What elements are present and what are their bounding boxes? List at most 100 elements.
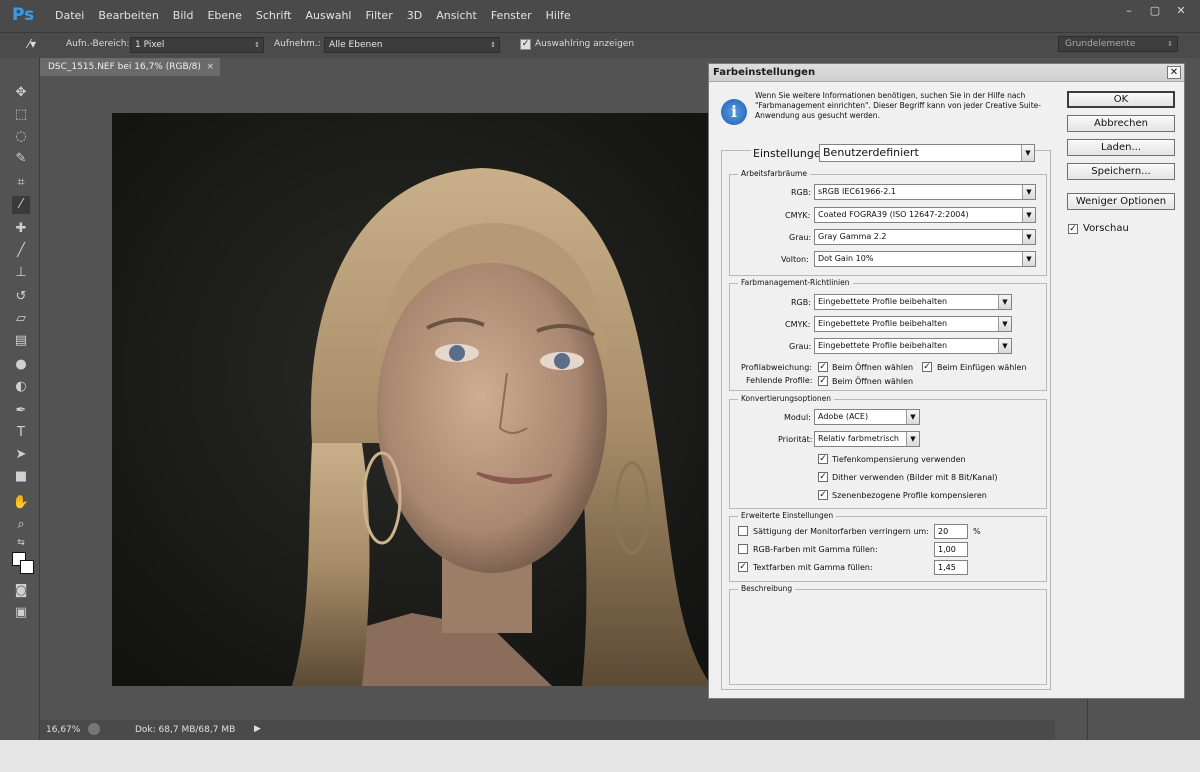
color-settings-dialog: Farbeinstellungen ✕ i Wenn Sie weitere I… [708, 63, 1185, 699]
play-arrow-icon[interactable]: ▶ [254, 724, 261, 734]
text-gamma-checkbox[interactable]: ✓ [738, 562, 748, 572]
engine-value: Adobe (ACE) [818, 412, 869, 421]
sample-layers-select[interactable]: Alle Ebenen ⇕ [324, 37, 500, 53]
marquee-tool-icon[interactable]: ⬚ [12, 106, 30, 124]
clone-stamp-tool-icon[interactable]: ⊥ [12, 264, 30, 282]
status-info-icon[interactable] [88, 723, 100, 735]
ws-gray-select[interactable]: Gray Gamma 2.2 ▼ [814, 229, 1036, 245]
menu-fenster[interactable]: Fenster [484, 9, 539, 22]
workspace-select[interactable]: Grundelemente ⇕ [1058, 36, 1178, 52]
policy-cmyk-select[interactable]: Eingebettete Profile beibehalten ▼ [814, 316, 1012, 332]
window-controls: – ▢ ✕ [1118, 3, 1192, 19]
menu-ebene[interactable]: Ebene [200, 9, 248, 22]
quick-mask-icon[interactable]: ◙ [12, 582, 30, 600]
sample-size-select[interactable]: 1 Pixel ⇕ [130, 37, 264, 53]
chevron-down-icon: ▼ [906, 432, 919, 446]
path-selection-tool-icon[interactable]: ➤ [12, 446, 30, 464]
screen-mode-icon[interactable]: ▣ [12, 604, 30, 622]
ok-button[interactable]: OK [1067, 91, 1175, 108]
cancel-button[interactable]: Abbrechen [1067, 115, 1175, 132]
document-tab-title: DSC_1515.NEF bei 16,7% (RGB/8) [48, 62, 201, 72]
eyedropper-tool-icon[interactable]: ⁄ [12, 196, 30, 214]
shape-tool-icon[interactable]: ■ [12, 468, 30, 486]
menu-bearbeiten[interactable]: Bearbeiten [91, 9, 165, 22]
swap-colors-icon[interactable]: ⇆ [12, 534, 30, 552]
minimize-button[interactable]: – [1118, 3, 1140, 19]
document-size: Dok: 68,7 MB/68,7 MB [135, 725, 236, 735]
eraser-tool-icon[interactable]: ▱ [12, 310, 30, 328]
lasso-tool-icon[interactable]: ◌ [12, 128, 30, 146]
eyedropper-tool-icon[interactable]: ⁄▾ [28, 37, 36, 51]
healing-brush-tool-icon[interactable]: ✚ [12, 220, 30, 238]
rgb-gamma-input[interactable]: 1,00 [934, 542, 968, 557]
ws-rgb-select[interactable]: sRGB IEC61966-2.1 ▼ [814, 184, 1036, 200]
settings-select[interactable]: Benutzerdefiniert ▼ [819, 144, 1035, 162]
chevron-down-icon: ▼ [1022, 252, 1035, 266]
pen-tool-icon[interactable]: ✒ [12, 402, 30, 420]
close-icon[interactable]: × [206, 58, 214, 76]
sample-size-value: 1 Pixel [135, 40, 165, 50]
text-gamma-input[interactable]: 1,45 [934, 560, 968, 575]
text-gamma-label: Textfarben mit Gamma füllen: [753, 563, 873, 572]
quick-selection-tool-icon[interactable]: ✎ [12, 150, 30, 168]
menu-ansicht[interactable]: Ansicht [429, 9, 484, 22]
ws-spot-select[interactable]: Dot Gain 10% ▼ [814, 251, 1036, 267]
conversion-title: Konvertierungsoptionen [738, 394, 835, 403]
ws-rgb-label: RGB: [791, 188, 811, 197]
preview-checkbox[interactable]: ✓ [1068, 224, 1078, 234]
menu-filter[interactable]: Filter [358, 9, 399, 22]
policy-cmyk-label: CMYK: [785, 320, 811, 329]
policy-cmyk-value: Eingebettete Profile beibehalten [818, 319, 948, 328]
save-button[interactable]: Speichern... [1067, 163, 1175, 180]
intent-select[interactable]: Relativ farbmetrisch ▼ [814, 431, 920, 447]
load-button[interactable]: Laden... [1067, 139, 1175, 156]
rgb-gamma-checkbox[interactable] [738, 544, 748, 554]
ws-rgb-value: sRGB IEC61966-2.1 [818, 187, 897, 196]
dither-checkbox[interactable]: ✓ [818, 472, 828, 482]
desaturate-checkbox[interactable] [738, 526, 748, 536]
background-color-swatch[interactable] [20, 560, 34, 574]
desaturate-label: Sättigung der Monitorfarben verringern u… [753, 527, 929, 536]
zoom-tool-icon[interactable]: ⌕ [12, 516, 30, 534]
scene-referred-checkbox[interactable]: ✓ [818, 490, 828, 500]
show-sampling-ring-checkbox[interactable]: ✓ [520, 39, 531, 50]
menu-hilfe[interactable]: Hilfe [539, 9, 578, 22]
zoom-level[interactable]: 16,67% [46, 725, 80, 735]
close-icon[interactable]: ✕ [1167, 66, 1181, 79]
fewer-options-button[interactable]: Weniger Optionen [1067, 193, 1175, 210]
ws-cmyk-select[interactable]: Coated FOGRA39 (ISO 12647-2:2004) ▼ [814, 207, 1036, 223]
chevron-down-icon: ▼ [906, 410, 919, 424]
policy-gray-value: Eingebettete Profile beibehalten [818, 341, 948, 350]
maximize-button[interactable]: ▢ [1144, 3, 1166, 19]
mismatch-open-checkbox[interactable]: ✓ [818, 362, 828, 372]
crop-tool-icon[interactable]: ⌗ [12, 174, 30, 192]
type-tool-icon[interactable]: T [12, 424, 30, 442]
menu-auswahl[interactable]: Auswahl [298, 9, 358, 22]
black-point-compensation-checkbox[interactable]: ✓ [818, 454, 828, 464]
hand-tool-icon[interactable]: ✋ [12, 494, 30, 512]
policy-rgb-value: Eingebettete Profile beibehalten [818, 297, 948, 306]
black-point-compensation-label: Tiefenkompensierung verwenden [832, 455, 966, 464]
menu-datei[interactable]: Datei [48, 9, 91, 22]
document-tab[interactable]: DSC_1515.NEF bei 16,7% (RGB/8) × [40, 58, 220, 76]
portrait-image [112, 113, 710, 686]
menu-3d[interactable]: 3D [400, 9, 429, 22]
close-button[interactable]: ✕ [1170, 3, 1192, 19]
blur-tool-icon[interactable]: ● [12, 356, 30, 374]
dodge-tool-icon[interactable]: ◐ [12, 378, 30, 396]
move-tool-icon[interactable]: ✥ [12, 84, 30, 102]
chevron-down-icon: ▼ [1022, 208, 1035, 222]
desaturate-input[interactable]: 20 [934, 524, 968, 539]
brush-tool-icon[interactable]: ╱ [12, 242, 30, 260]
missing-open-checkbox[interactable]: ✓ [818, 376, 828, 386]
menu-schrift[interactable]: Schrift [249, 9, 299, 22]
menu-bild[interactable]: Bild [166, 9, 201, 22]
gradient-tool-icon[interactable]: ▤ [12, 332, 30, 350]
engine-label: Modul: [784, 413, 811, 422]
engine-select[interactable]: Adobe (ACE) ▼ [814, 409, 920, 425]
policy-rgb-select[interactable]: Eingebettete Profile beibehalten ▼ [814, 294, 1012, 310]
history-brush-tool-icon[interactable]: ↺ [12, 288, 30, 306]
mismatch-paste-checkbox[interactable]: ✓ [922, 362, 932, 372]
policy-rgb-label: RGB: [791, 298, 811, 307]
policy-gray-select[interactable]: Eingebettete Profile beibehalten ▼ [814, 338, 1012, 354]
